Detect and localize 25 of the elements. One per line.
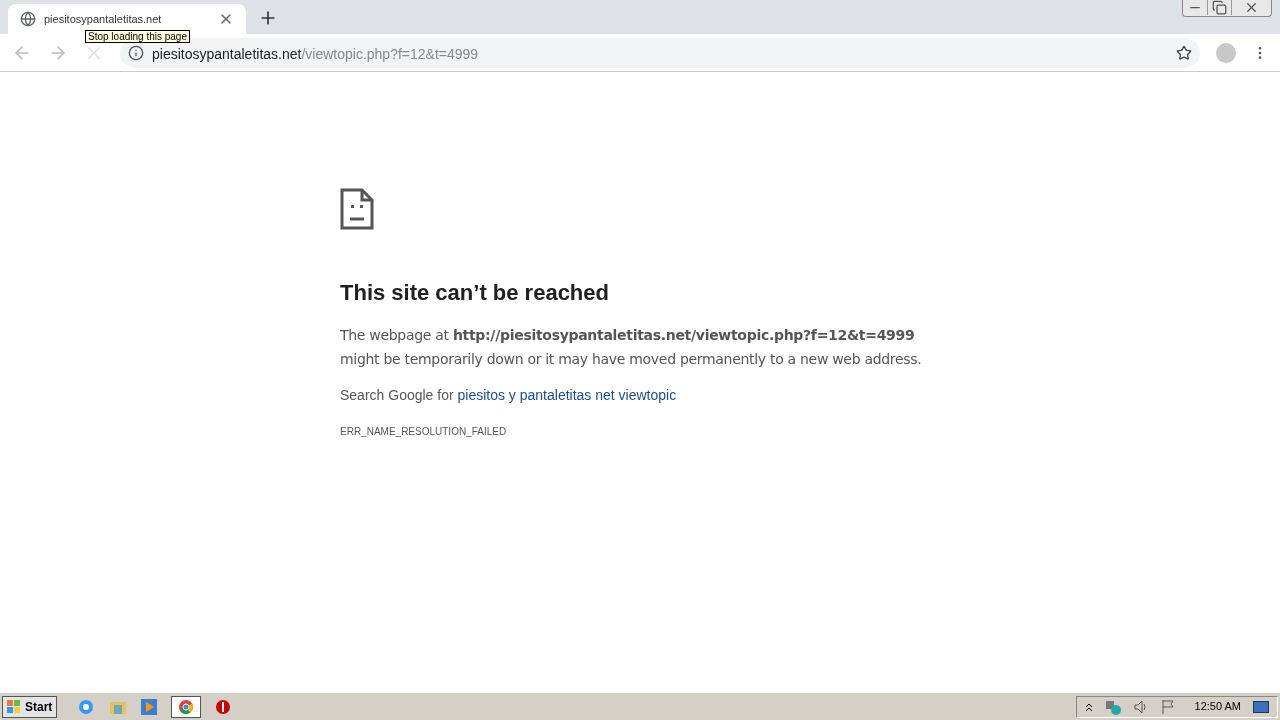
sad-page-icon [340,188,374,230]
info-icon [128,44,144,61]
chrome-taskbar-button[interactable] [171,695,202,718]
windows-logo-icon [7,699,21,714]
start-button[interactable]: Start [2,695,58,718]
tooltip: Stop loading this page [85,30,190,43]
chrome-icon [178,698,195,715]
chevron-up-icon[interactable] [1084,701,1093,712]
error-message: The webpage at http://piesitosypantaletitas.net/viewtopic.php?f=12&t=4999 might be temporarily down or it may have moved permanently to a new web address. [340,326,923,369]
search-suggestion: Search Google for piesitos y pantaletitas net viewtopic [340,386,678,405]
search-link[interactable]: piesitos y pantaletitas net viewtopic [457,387,677,403]
error-code: ERR_NAME_RESOLUTION_FAILED [340,425,508,439]
clock[interactable]: 12:50 AM [1194,698,1241,715]
error-title: This site can’t be reached [340,279,610,307]
bookmark-star-icon[interactable] [1176,44,1192,61]
media-player-icon[interactable] [141,698,158,715]
network-icon[interactable] [1104,698,1121,715]
stop-sign-icon[interactable] [215,698,232,715]
speaker-icon[interactable] [1132,698,1149,715]
globe-icon [20,11,36,27]
url-text: piesitosypantaletitas.net/viewtopic.php?f=12&t=4999 [152,45,479,64]
flag-icon[interactable] [1160,698,1175,715]
show-desktop-button[interactable] [1253,700,1269,713]
tab-title: piesitosypantaletitas.net [44,11,163,27]
browser-icon[interactable] [77,697,96,716]
